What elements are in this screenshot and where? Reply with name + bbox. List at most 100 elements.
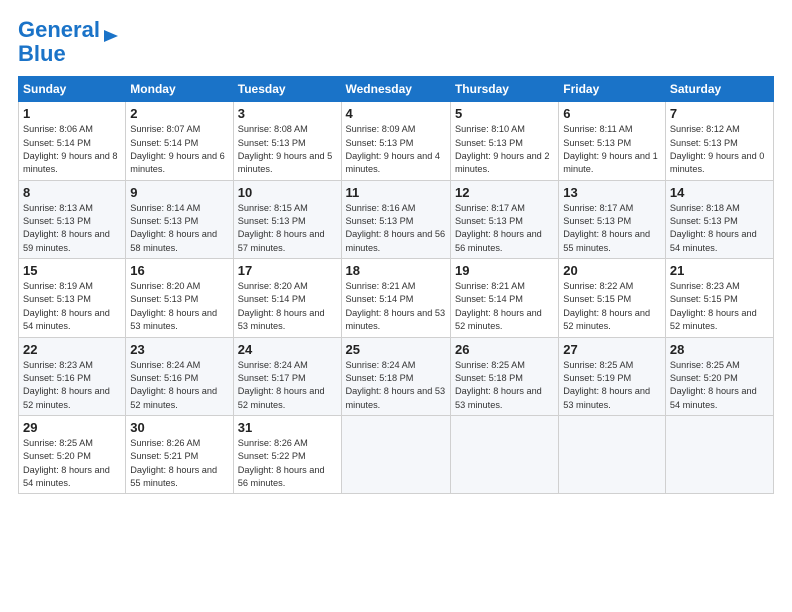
day-detail: Sunrise: 8:25 AMSunset: 5:20 PMDaylight:…: [23, 438, 110, 488]
day-detail: Sunrise: 8:07 AMSunset: 5:14 PMDaylight:…: [130, 124, 225, 174]
col-friday: Friday: [559, 77, 666, 102]
table-row: 7 Sunrise: 8:12 AMSunset: 5:13 PMDayligh…: [665, 102, 773, 180]
day-detail: Sunrise: 8:21 AMSunset: 5:14 PMDaylight:…: [346, 281, 446, 331]
day-detail: Sunrise: 8:25 AMSunset: 5:19 PMDaylight:…: [563, 360, 650, 410]
table-row: 28 Sunrise: 8:25 AMSunset: 5:20 PMDaylig…: [665, 337, 773, 415]
day-number: 26: [455, 342, 554, 357]
day-number: 4: [346, 106, 446, 121]
day-detail: Sunrise: 8:20 AMSunset: 5:13 PMDaylight:…: [130, 281, 217, 331]
table-row: 3 Sunrise: 8:08 AMSunset: 5:13 PMDayligh…: [233, 102, 341, 180]
day-number: 11: [346, 185, 446, 200]
day-detail: Sunrise: 8:23 AMSunset: 5:15 PMDaylight:…: [670, 281, 757, 331]
day-number: 1: [23, 106, 121, 121]
day-number: 25: [346, 342, 446, 357]
table-row: 30 Sunrise: 8:26 AMSunset: 5:21 PMDaylig…: [126, 415, 233, 493]
day-number: 24: [238, 342, 337, 357]
col-tuesday: Tuesday: [233, 77, 341, 102]
day-number: 18: [346, 263, 446, 278]
table-row: 19 Sunrise: 8:21 AMSunset: 5:14 PMDaylig…: [450, 259, 558, 337]
table-row: 17 Sunrise: 8:20 AMSunset: 5:14 PMDaylig…: [233, 259, 341, 337]
day-number: 28: [670, 342, 769, 357]
day-detail: Sunrise: 8:06 AMSunset: 5:14 PMDaylight:…: [23, 124, 118, 174]
table-row: [665, 415, 773, 493]
day-detail: Sunrise: 8:25 AMSunset: 5:18 PMDaylight:…: [455, 360, 542, 410]
day-detail: Sunrise: 8:25 AMSunset: 5:20 PMDaylight:…: [670, 360, 757, 410]
table-row: 8 Sunrise: 8:13 AMSunset: 5:13 PMDayligh…: [19, 180, 126, 258]
day-detail: Sunrise: 8:26 AMSunset: 5:22 PMDaylight:…: [238, 438, 325, 488]
day-detail: Sunrise: 8:22 AMSunset: 5:15 PMDaylight:…: [563, 281, 650, 331]
day-detail: Sunrise: 8:24 AMSunset: 5:17 PMDaylight:…: [238, 360, 325, 410]
col-wednesday: Wednesday: [341, 77, 450, 102]
day-number: 10: [238, 185, 337, 200]
table-row: 27 Sunrise: 8:25 AMSunset: 5:19 PMDaylig…: [559, 337, 666, 415]
table-row: 9 Sunrise: 8:14 AMSunset: 5:13 PMDayligh…: [126, 180, 233, 258]
logo: General Blue: [18, 18, 120, 66]
table-row: 23 Sunrise: 8:24 AMSunset: 5:16 PMDaylig…: [126, 337, 233, 415]
day-number: 27: [563, 342, 661, 357]
day-number: 29: [23, 420, 121, 435]
table-row: 16 Sunrise: 8:20 AMSunset: 5:13 PMDaylig…: [126, 259, 233, 337]
day-number: 6: [563, 106, 661, 121]
logo-arrow-icon: [102, 27, 120, 45]
day-number: 22: [23, 342, 121, 357]
table-row: 5 Sunrise: 8:10 AMSunset: 5:13 PMDayligh…: [450, 102, 558, 180]
table-row: 24 Sunrise: 8:24 AMSunset: 5:17 PMDaylig…: [233, 337, 341, 415]
day-detail: Sunrise: 8:08 AMSunset: 5:13 PMDaylight:…: [238, 124, 333, 174]
table-row: 22 Sunrise: 8:23 AMSunset: 5:16 PMDaylig…: [19, 337, 126, 415]
logo-blue: Blue: [18, 41, 66, 66]
day-detail: Sunrise: 8:16 AMSunset: 5:13 PMDaylight:…: [346, 203, 446, 253]
day-number: 13: [563, 185, 661, 200]
day-number: 17: [238, 263, 337, 278]
table-row: 13 Sunrise: 8:17 AMSunset: 5:13 PMDaylig…: [559, 180, 666, 258]
day-number: 8: [23, 185, 121, 200]
day-detail: Sunrise: 8:13 AMSunset: 5:13 PMDaylight:…: [23, 203, 110, 253]
header: General Blue: [18, 18, 774, 66]
day-detail: Sunrise: 8:12 AMSunset: 5:13 PMDaylight:…: [670, 124, 765, 174]
table-row: 31 Sunrise: 8:26 AMSunset: 5:22 PMDaylig…: [233, 415, 341, 493]
table-row: [559, 415, 666, 493]
day-detail: Sunrise: 8:17 AMSunset: 5:13 PMDaylight:…: [455, 203, 542, 253]
day-number: 2: [130, 106, 228, 121]
table-row: 21 Sunrise: 8:23 AMSunset: 5:15 PMDaylig…: [665, 259, 773, 337]
table-row: [341, 415, 450, 493]
day-detail: Sunrise: 8:23 AMSunset: 5:16 PMDaylight:…: [23, 360, 110, 410]
logo-general: General: [18, 17, 100, 42]
table-row: 2 Sunrise: 8:07 AMSunset: 5:14 PMDayligh…: [126, 102, 233, 180]
logo-text: General Blue: [18, 18, 100, 66]
table-row: 10 Sunrise: 8:15 AMSunset: 5:13 PMDaylig…: [233, 180, 341, 258]
table-row: 29 Sunrise: 8:25 AMSunset: 5:20 PMDaylig…: [19, 415, 126, 493]
table-row: 25 Sunrise: 8:24 AMSunset: 5:18 PMDaylig…: [341, 337, 450, 415]
table-row: 15 Sunrise: 8:19 AMSunset: 5:13 PMDaylig…: [19, 259, 126, 337]
day-detail: Sunrise: 8:20 AMSunset: 5:14 PMDaylight:…: [238, 281, 325, 331]
col-thursday: Thursday: [450, 77, 558, 102]
col-saturday: Saturday: [665, 77, 773, 102]
day-detail: Sunrise: 8:26 AMSunset: 5:21 PMDaylight:…: [130, 438, 217, 488]
day-number: 7: [670, 106, 769, 121]
table-row: 26 Sunrise: 8:25 AMSunset: 5:18 PMDaylig…: [450, 337, 558, 415]
day-number: 31: [238, 420, 337, 435]
day-detail: Sunrise: 8:15 AMSunset: 5:13 PMDaylight:…: [238, 203, 325, 253]
table-row: 4 Sunrise: 8:09 AMSunset: 5:13 PMDayligh…: [341, 102, 450, 180]
table-row: 12 Sunrise: 8:17 AMSunset: 5:13 PMDaylig…: [450, 180, 558, 258]
calendar-table: Sunday Monday Tuesday Wednesday Thursday…: [18, 76, 774, 494]
table-row: 18 Sunrise: 8:21 AMSunset: 5:14 PMDaylig…: [341, 259, 450, 337]
day-detail: Sunrise: 8:14 AMSunset: 5:13 PMDaylight:…: [130, 203, 217, 253]
col-sunday: Sunday: [19, 77, 126, 102]
day-number: 5: [455, 106, 554, 121]
day-detail: Sunrise: 8:09 AMSunset: 5:13 PMDaylight:…: [346, 124, 441, 174]
day-number: 19: [455, 263, 554, 278]
day-number: 23: [130, 342, 228, 357]
day-number: 12: [455, 185, 554, 200]
day-detail: Sunrise: 8:17 AMSunset: 5:13 PMDaylight:…: [563, 203, 650, 253]
day-number: 21: [670, 263, 769, 278]
day-detail: Sunrise: 8:24 AMSunset: 5:18 PMDaylight:…: [346, 360, 446, 410]
table-row: 20 Sunrise: 8:22 AMSunset: 5:15 PMDaylig…: [559, 259, 666, 337]
table-row: 1 Sunrise: 8:06 AMSunset: 5:14 PMDayligh…: [19, 102, 126, 180]
day-detail: Sunrise: 8:24 AMSunset: 5:16 PMDaylight:…: [130, 360, 217, 410]
day-detail: Sunrise: 8:21 AMSunset: 5:14 PMDaylight:…: [455, 281, 542, 331]
day-detail: Sunrise: 8:19 AMSunset: 5:13 PMDaylight:…: [23, 281, 110, 331]
day-detail: Sunrise: 8:11 AMSunset: 5:13 PMDaylight:…: [563, 124, 658, 174]
calendar-page: General Blue Sunday Monday Tuesday Wedne…: [0, 0, 792, 612]
day-number: 16: [130, 263, 228, 278]
table-row: 14 Sunrise: 8:18 AMSunset: 5:13 PMDaylig…: [665, 180, 773, 258]
